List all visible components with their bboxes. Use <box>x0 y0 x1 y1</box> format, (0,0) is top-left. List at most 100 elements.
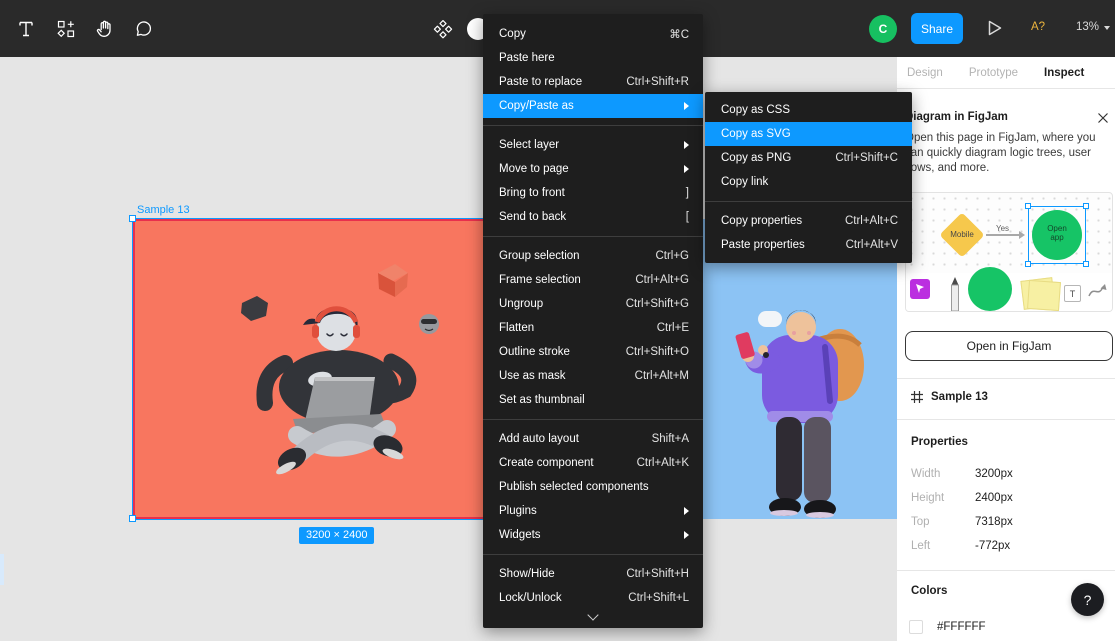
selected-layer-name: Sample 13 <box>931 391 988 403</box>
menu-item-copy-paste-as[interactable]: Copy/Paste as <box>483 94 703 118</box>
prop-label: Width <box>911 468 940 480</box>
inspect-panel: Design Prototype Inspect Diagram in FigJ… <box>897 57 1115 641</box>
submenu-item-copy-as-css[interactable]: Copy as CSS <box>705 98 912 122</box>
properties-title: Properties <box>911 436 968 448</box>
hand-tool-icon[interactable] <box>90 14 120 44</box>
divider <box>897 419 1115 420</box>
submenu-item-copy-as-svg[interactable]: Copy as SVG <box>705 122 912 146</box>
submenu-arrow-icon <box>684 507 689 515</box>
figjam-preview: Mobile Yes Open app T <box>905 192 1113 312</box>
selected-frame-name-label[interactable]: Sample 13 <box>137 204 190 216</box>
zoom-control[interactable]: 13% <box>1076 21 1110 33</box>
menu-divider <box>705 201 912 202</box>
selection-size-badge: 3200 × 2400 <box>299 527 374 544</box>
figjam-marker-tool-icon <box>948 277 962 311</box>
submenu-item-paste-properties[interactable]: Paste propertiesCtrl+Alt+V <box>705 233 912 257</box>
divider <box>897 378 1115 379</box>
menu-scroll-chevron[interactable] <box>483 610 703 624</box>
menu-item-frame-selection[interactable]: Frame selectionCtrl+Alt+G <box>483 268 703 292</box>
figjam-selection-box <box>1028 206 1086 264</box>
prop-value: -772px <box>975 540 1010 552</box>
menu-item-bring-to-front[interactable]: Bring to front] <box>483 181 703 205</box>
menu-item-show-hide[interactable]: Show/HideCtrl+Shift+H <box>483 562 703 586</box>
menu-item-move-to-page[interactable]: Move to page <box>483 157 703 181</box>
selection-handle-bottom-left[interactable] <box>129 515 136 522</box>
prop-value: 7318px <box>975 516 1013 528</box>
menu-item-flatten[interactable]: FlattenCtrl+E <box>483 316 703 340</box>
figjam-connector-tool-icon <box>1088 283 1108 299</box>
menu-item-outline-stroke[interactable]: Outline strokeCtrl+Shift+O <box>483 340 703 364</box>
prop-label: Top <box>911 516 930 528</box>
resources-tool-icon[interactable] <box>51 14 81 44</box>
copy-paste-as-submenu: Copy as CSS Copy as SVG Copy as PNGCtrl+… <box>705 92 912 263</box>
figma-app-window: Sample 13 <box>0 0 1115 641</box>
submenu-item-copy-properties[interactable]: Copy propertiesCtrl+Alt+C <box>705 209 912 233</box>
menu-item-set-as-thumbnail[interactable]: Set as thumbnail <box>483 388 703 412</box>
menu-item-copy[interactable]: Copy⌘C <box>483 22 703 46</box>
menu-item-ungroup[interactable]: UngroupCtrl+Shift+G <box>483 292 703 316</box>
text-tool-icon[interactable] <box>11 14 41 44</box>
submenu-arrow-icon <box>684 141 689 149</box>
menu-divider <box>483 125 703 126</box>
colors-title: Colors <box>911 585 947 597</box>
menu-item-select-layer[interactable]: Select layer <box>483 133 703 157</box>
prop-value: 3200px <box>975 468 1013 480</box>
selected-layer-row: Sample 13 <box>911 391 988 403</box>
menu-divider <box>483 236 703 237</box>
menu-item-group-selection[interactable]: Group selectionCtrl+G <box>483 244 703 268</box>
menu-item-plugins[interactable]: Plugins <box>483 499 703 523</box>
figjam-handle <box>1025 203 1031 209</box>
prop-label: Left <box>911 540 930 552</box>
avatar[interactable]: C <box>869 15 897 43</box>
selection-handle-top-left[interactable] <box>129 215 136 222</box>
open-in-figjam-button[interactable]: Open in FigJam <box>905 331 1113 361</box>
figjam-handle <box>1083 203 1089 209</box>
menu-item-create-component[interactable]: Create componentCtrl+Alt+K <box>483 451 703 475</box>
tab-prototype[interactable]: Prototype <box>969 67 1018 79</box>
component-diamonds-icon[interactable] <box>428 14 458 44</box>
present-play-icon[interactable] <box>980 13 1010 43</box>
submenu-arrow-icon <box>684 165 689 173</box>
share-button[interactable]: Share <box>911 13 963 44</box>
submenu-arrow-icon <box>684 531 689 539</box>
help-button[interactable]: ? <box>1071 583 1104 616</box>
submenu-arrow-icon <box>684 102 689 110</box>
figjam-text-tool-icon: T <box>1064 285 1081 302</box>
panel-tabs: Design Prototype Inspect <box>897 57 1115 89</box>
figjam-diamond-label: Mobile <box>942 230 982 239</box>
close-icon[interactable] <box>1097 111 1109 123</box>
menu-item-use-as-mask[interactable]: Use as maskCtrl+Alt+M <box>483 364 703 388</box>
zoom-level: 13% <box>1076 21 1099 33</box>
menu-item-widgets[interactable]: Widgets <box>483 523 703 547</box>
prop-label: Height <box>911 492 944 504</box>
figjam-cursor-tool-icon <box>910 279 930 299</box>
menu-item-lock-unlock[interactable]: Lock/UnlockCtrl+Shift+L <box>483 586 703 610</box>
comment-tool-icon[interactable] <box>129 14 159 44</box>
missing-fonts-badge[interactable]: A? <box>1031 21 1045 33</box>
figjam-shape-tool-icon <box>968 267 1012 311</box>
menu-item-paste-to-replace[interactable]: Paste to replaceCtrl+Shift+R <box>483 70 703 94</box>
menu-item-publish-selected-components[interactable]: Publish selected components <box>483 475 703 499</box>
offscreen-frame-edge <box>0 554 4 585</box>
menu-item-send-to-back[interactable]: Send to back[ <box>483 205 703 229</box>
figjam-section-title: Diagram in FigJam <box>905 111 1008 123</box>
chevron-down-icon <box>587 609 598 620</box>
frame-icon <box>911 391 923 403</box>
divider <box>897 570 1115 571</box>
menu-item-add-auto-layout[interactable]: Add auto layoutShift+A <box>483 427 703 451</box>
chevron-down-icon <box>1104 26 1110 30</box>
color-hex-value: #FFFFFF <box>937 621 986 633</box>
color-swatch[interactable] <box>909 620 923 634</box>
figjam-connector-line <box>986 234 1020 236</box>
figjam-connector-label: Yes <box>996 224 1009 233</box>
figjam-arrowhead-icon <box>1019 231 1025 239</box>
submenu-item-copy-link[interactable]: Copy link <box>705 170 912 194</box>
figjam-handle <box>1083 261 1089 267</box>
figjam-sticky-note-icon <box>1027 280 1061 311</box>
context-menu: Copy⌘C Paste here Paste to replaceCtrl+S… <box>483 14 703 628</box>
tab-design[interactable]: Design <box>907 67 943 79</box>
submenu-item-copy-as-png[interactable]: Copy as PNGCtrl+Shift+C <box>705 146 912 170</box>
figjam-handle <box>1025 261 1031 267</box>
menu-item-paste-here[interactable]: Paste here <box>483 46 703 70</box>
tab-inspect[interactable]: Inspect <box>1044 67 1084 79</box>
